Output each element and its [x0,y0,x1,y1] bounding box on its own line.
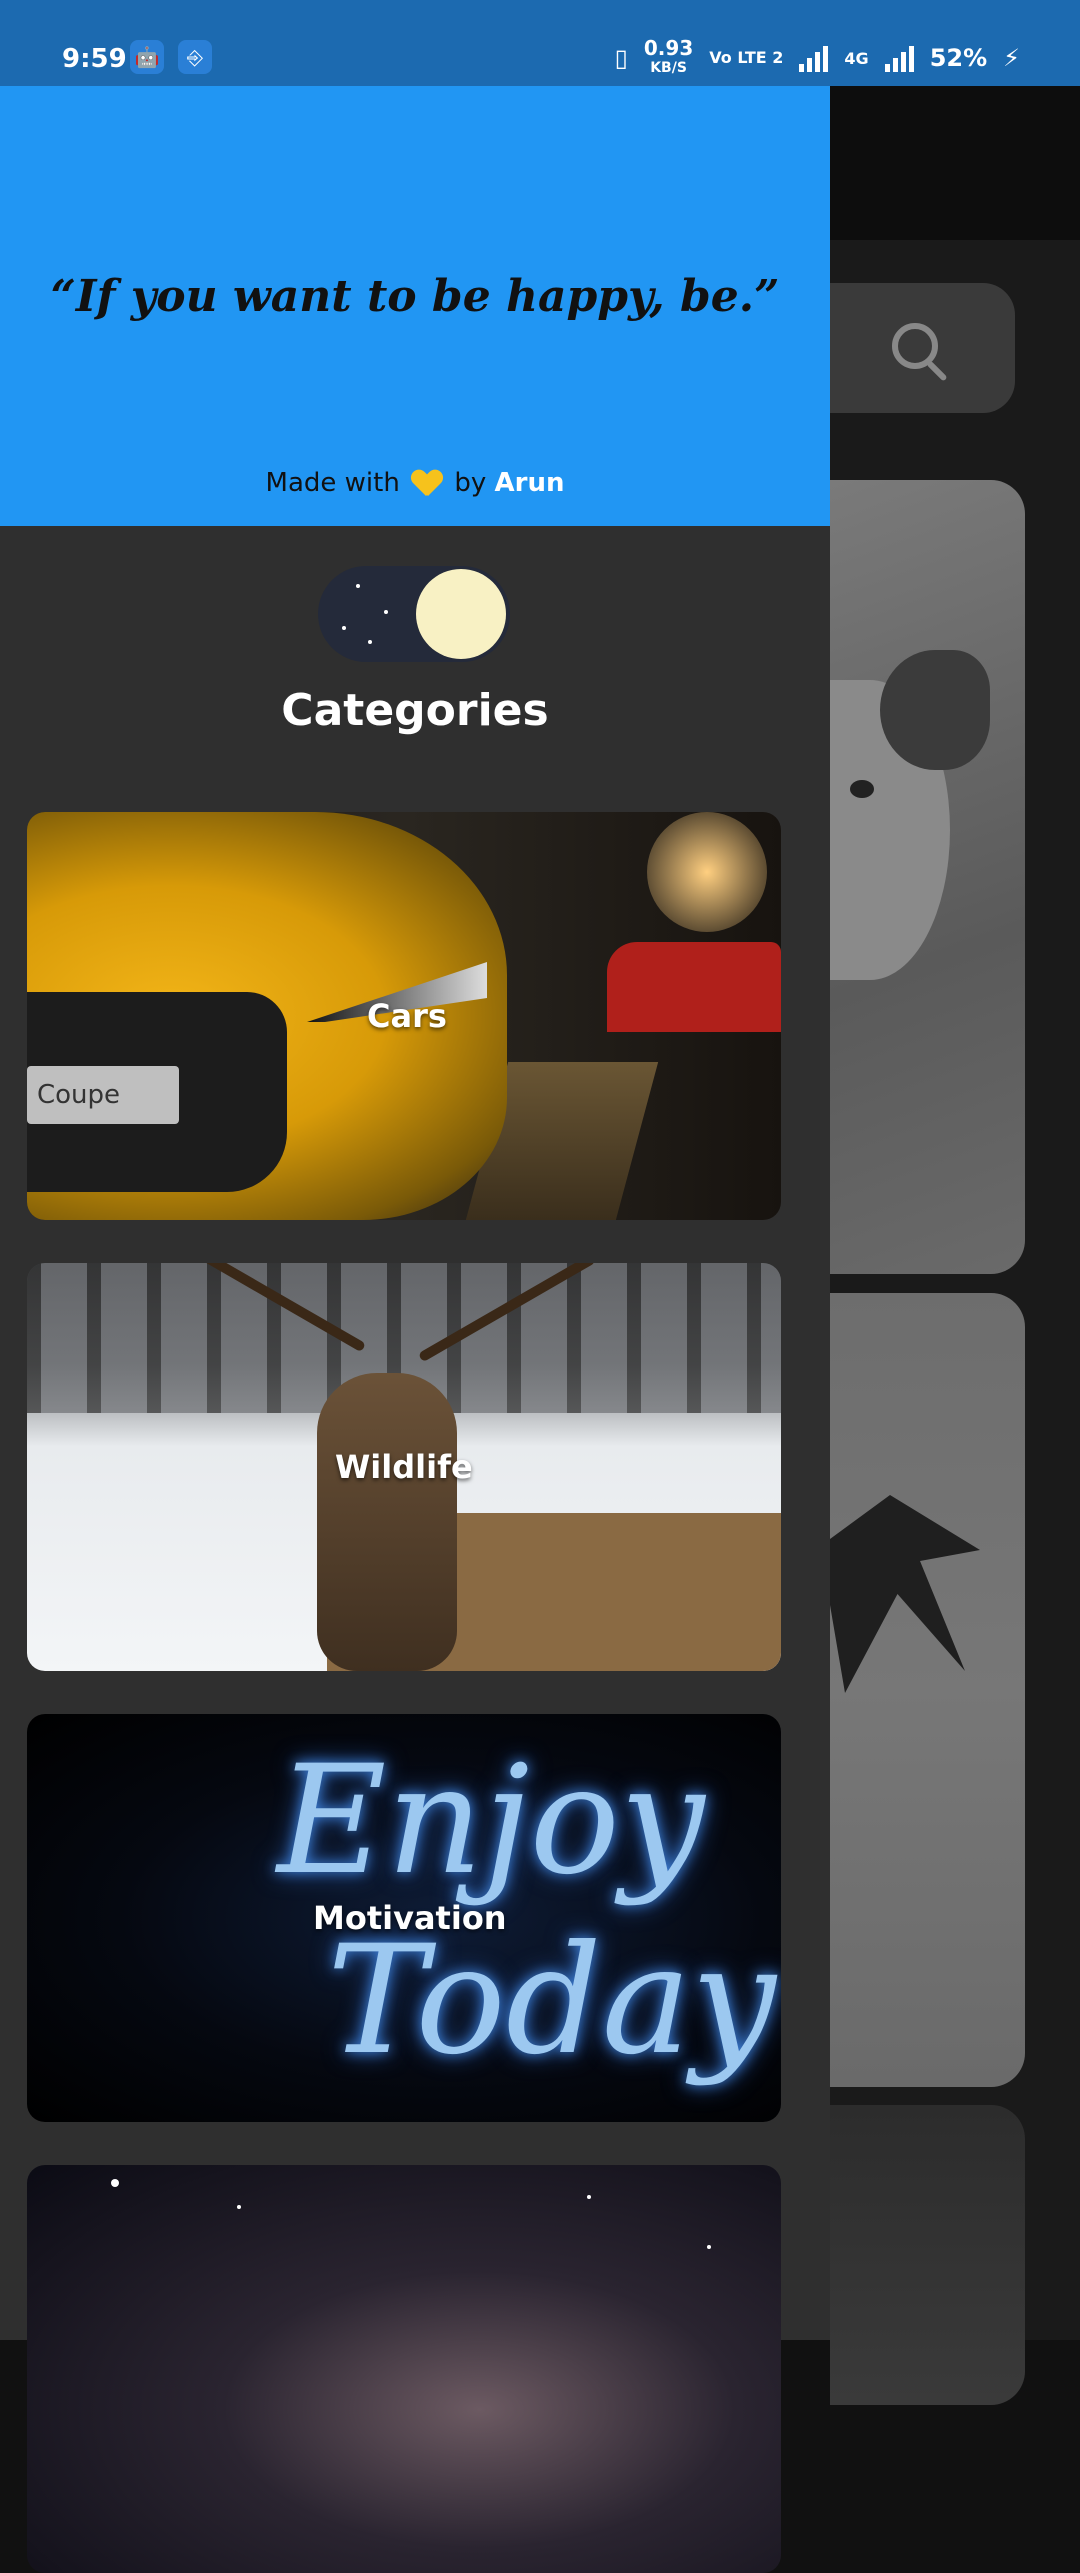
ceiling-light [647,812,767,932]
signal-icon [799,44,829,72]
volte-indicator: Vo LTE 2 [709,48,784,67]
navigation-drawer: “If you want to be happy, be.” Made with… [0,0,830,2573]
background-search-bar [830,283,1015,413]
star-icon [237,2205,241,2209]
neon-today-text: Today [327,1914,776,2088]
network-speed-value: 0.93 [643,36,694,60]
category-card-cars[interactable]: Coupe Cars [27,812,781,1220]
star-icon [707,2245,711,2249]
status-time: 9:59 [62,44,127,74]
vibrate-icon: ▯ [614,44,628,72]
palm-tree-image [830,1495,980,1693]
moon-knob [416,569,506,659]
category-label-wildlife: Wildlife [335,1448,473,1486]
quote-text: “If you want to be happy, be.” [50,271,780,322]
categories-title: Categories [281,685,549,736]
heart-icon [412,470,442,498]
network-speed: 0.93 KB/S [644,38,693,78]
battery-level: 52% [929,44,988,72]
dog-eye [850,780,874,798]
category-label-cars: Cars [367,997,447,1035]
star-icon [342,626,346,630]
drawer-header: “If you want to be happy, be.” Made with… [0,86,830,526]
status-bar: 9:59 🤖 ⎆ ▯ 0.93 KB/S Vo LTE 2 4G 52% ⚡ [0,0,1080,86]
red-car-image [607,942,781,1032]
category-card-motivation[interactable]: Enjoy Today Motivation [27,1714,781,2122]
network-speed-unit: KB/S [650,60,687,76]
status-right-group: ▯ 0.93 KB/S Vo LTE 2 4G 52% ⚡ [615,38,1020,78]
background-wallpaper-card [830,480,1025,1274]
category-label-motivation: Motivation [313,1899,507,1937]
star-icon [111,2179,119,2187]
star-icon [368,640,372,644]
signal-icon-2 [884,44,914,72]
star-icon [587,2195,591,2199]
star-icon [384,610,388,614]
category-card-space[interactable] [27,2165,781,2573]
deer-head [317,1373,457,1671]
charging-icon: ⚡ [1003,44,1020,72]
background-app [830,0,1080,2405]
made-with-label: Made with [265,468,400,498]
background-wallpaper-card [830,2105,1025,2405]
network-type: 4G [844,48,869,68]
usb-icon: ⎆ [178,40,212,74]
android-icon: 🤖 [130,40,164,74]
background-wallpaper-card [830,1293,1025,2087]
dog-ear [880,650,990,770]
neon-enjoy-text: Enjoy [277,1734,705,1908]
background-app-bar [830,86,1080,240]
car-plate: Coupe [27,1066,179,1124]
search-icon [892,323,938,369]
theme-toggle[interactable] [318,566,510,662]
by-label: by [454,468,487,498]
made-with-credit: Made with by Arun [0,468,830,498]
category-card-wildlife[interactable]: Wildlife [27,1263,781,1671]
author-name: Arun [494,468,565,498]
star-icon [356,584,360,588]
